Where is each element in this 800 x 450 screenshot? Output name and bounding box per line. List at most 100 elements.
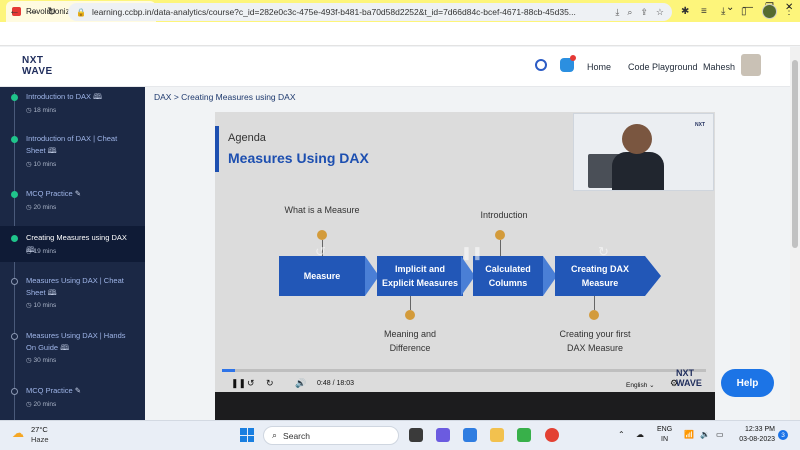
file-explorer-icon[interactable] (490, 428, 504, 442)
input-language-bottom[interactable]: IN (661, 436, 668, 443)
completed-check-icon (11, 191, 18, 198)
url-text: learning.ccbp.in/data-analytics/course?c… (91, 7, 576, 17)
sidebar-item-introduction-to-dax[interactable]: Introduction to DAX 🕮 ◷ 18 mins (0, 88, 145, 126)
onedrive-icon[interactable]: ☁ (636, 430, 644, 439)
help-button[interactable]: Help (721, 369, 774, 397)
logo-text-bottom[interactable]: WAVE (22, 66, 53, 77)
nav-code-playground-link[interactable]: Code Playground (628, 62, 698, 72)
teams-icon[interactable] (436, 428, 450, 442)
lock-icon[interactable]: 🔒 (76, 8, 86, 17)
step-creating-dax-measure: Creating DAX Measure (555, 256, 645, 296)
sidebar-item-time: ◷ 20 mins (26, 204, 57, 211)
pending-lesson-icon (11, 388, 18, 395)
video-timecode: 0:48 / 18:03 (317, 380, 354, 387)
bookmark-star-icon[interactable]: ☆ (656, 7, 664, 18)
forward-10-icon[interactable]: ↻ (266, 378, 274, 389)
sidebar-item-label: MCQ Practice (26, 189, 73, 198)
slide-accent-bar (215, 126, 219, 172)
install-icon[interactable]: ⤓ (615, 7, 619, 18)
timeline-stem (500, 240, 501, 256)
taskbar-clock[interactable]: 12:33 PM (735, 426, 775, 433)
slide-title: Measures Using DAX (228, 150, 369, 166)
logo-text-top[interactable]: NXT (22, 55, 44, 66)
breadcrumb: DAX > Creating Measures using DAX (154, 92, 296, 102)
scrollbar-thumb[interactable] (792, 60, 798, 248)
pause-overlay-icon[interactable]: ❚❚ (461, 245, 483, 261)
top-label-introduction: Introduction (480, 210, 528, 220)
volume-icon[interactable]: 🔊 (295, 378, 306, 389)
windows-start-icon[interactable] (240, 428, 254, 442)
weather-temperature[interactable]: 27°C (31, 425, 48, 434)
extensions-icon[interactable]: ✱ (681, 6, 689, 17)
language-selector[interactable]: English ⌄ (626, 381, 655, 389)
chrome-icon[interactable] (545, 428, 559, 442)
browser-menu-icon[interactable]: ⋮ (784, 6, 794, 17)
nav-home-link[interactable]: Home (587, 62, 611, 72)
sidebar-item-label: Introduction to DAX (26, 92, 92, 101)
sidebar-item-mcq-practice-1[interactable]: MCQ Practice ✎ ◷ 20 mins (0, 185, 145, 219)
pause-icon[interactable]: ❚❚ (231, 378, 246, 389)
side-panel-icon[interactable]: ▯ (741, 6, 747, 17)
zoom-icon[interactable]: ⌕ (627, 7, 632, 18)
input-language-top[interactable]: ENG (657, 426, 672, 433)
url-field[interactable]: 🔒 learning.ccbp.in/data-analytics/course… (68, 3, 672, 21)
sidebar-item-creating-measures-using-dax[interactable]: Creating Measures using DAX 🕮 ◷ 19 mins (0, 226, 145, 262)
sidebar-item-time: ◷ 19 mins (26, 248, 57, 255)
step-measure: Measure (279, 256, 365, 296)
volume-tray-icon[interactable]: 🔉 (700, 430, 710, 439)
sidebar-item-measures-using-dax-hands-on-guide[interactable]: Measures Using DAX | Hands On Guide 🕮 ◷ … (0, 327, 145, 373)
book-icon: 🕮 (47, 288, 57, 297)
taskbar-date[interactable]: 03-08-2023 (733, 436, 775, 443)
sidebar-item-label: Introduction of DAX | Cheat Sheet (26, 134, 118, 155)
pencil-icon: ✎ (74, 189, 82, 198)
notification-dot (570, 55, 576, 61)
sidebar-item-measures-using-dax-cheat-sheet[interactable]: Measures Using DAX | Cheat Sheet 🕮 ◷ 10 … (0, 272, 145, 318)
tray-chevron-up-icon[interactable]: ⌃ (618, 430, 625, 439)
user-avatar[interactable] (741, 54, 761, 76)
forward-overlay-icon[interactable]: ↻ (598, 244, 609, 260)
timeline-marker (405, 310, 415, 320)
video-progress-fill (222, 369, 235, 372)
replay-icon[interactable]: ↺ (315, 244, 326, 260)
sidebar-item-time: ◷ 20 mins (26, 401, 57, 408)
bottom-label-creating-first-dax-measure: Creating your first DAX Measure (559, 329, 631, 353)
sidebar-item-introduction-of-dax-cheat-sheet[interactable]: Introduction of DAX | Cheat Sheet 🕮 ◷ 10… (0, 130, 145, 176)
sidebar-item-label: Measures Using DAX | Hands On Guide (26, 331, 126, 352)
sidebar-item-time: ◷ 10 mins (26, 302, 57, 309)
webcam-logo-text: NXT (695, 122, 705, 128)
browser-profile-avatar[interactable] (762, 4, 777, 19)
timeline-stem (410, 296, 411, 310)
chevron-down-icon[interactable]: ⌄ (726, 2, 734, 13)
instructor-head (622, 124, 652, 154)
forward-arrow-icon[interactable]: → (28, 5, 39, 17)
sidebar-item-mcq-practice-2[interactable]: MCQ Practice ✎ ◷ 20 mins (0, 382, 145, 416)
task-view-icon[interactable] (409, 428, 423, 442)
share-icon[interactable]: ⇪ (640, 7, 648, 18)
video-progress-bar[interactable] (222, 369, 706, 372)
sidebar-item-label: Creating Measures using DAX (26, 233, 127, 242)
reload-icon[interactable]: ↻ (47, 5, 56, 18)
taskbar-search-field[interactable]: ⌕ Search (263, 426, 399, 445)
pending-lesson-icon (11, 333, 18, 340)
download-icon[interactable]: ⤓ (721, 6, 725, 17)
weather-icon[interactable]: ☁ (12, 426, 24, 440)
battery-icon[interactable]: ▭ (716, 430, 724, 439)
rewind-10-icon[interactable]: ↺ (247, 378, 255, 389)
back-arrow-icon[interactable]: ← (9, 5, 20, 17)
instructor-body (612, 152, 664, 190)
user-name[interactable]: Mahesh (703, 62, 735, 72)
completed-check-icon (11, 94, 18, 101)
windows-taskbar (0, 420, 800, 450)
weather-condition[interactable]: Haze (31, 435, 49, 444)
sidebar-item-label: Measures Using DAX | Cheat Sheet (26, 276, 124, 297)
current-lesson-icon (11, 235, 18, 242)
notification-badge[interactable]: 3 (778, 430, 788, 440)
book-icon: 🕮 (47, 146, 57, 155)
instructor-webcam: NXT (573, 113, 714, 191)
app-icon[interactable] (517, 428, 531, 442)
store-icon[interactable] (463, 428, 477, 442)
reading-list-icon[interactable]: ≡ (701, 6, 707, 17)
wifi-icon[interactable]: 📶 (684, 430, 694, 439)
timeline-marker (495, 230, 505, 240)
timer-icon[interactable] (535, 59, 547, 71)
